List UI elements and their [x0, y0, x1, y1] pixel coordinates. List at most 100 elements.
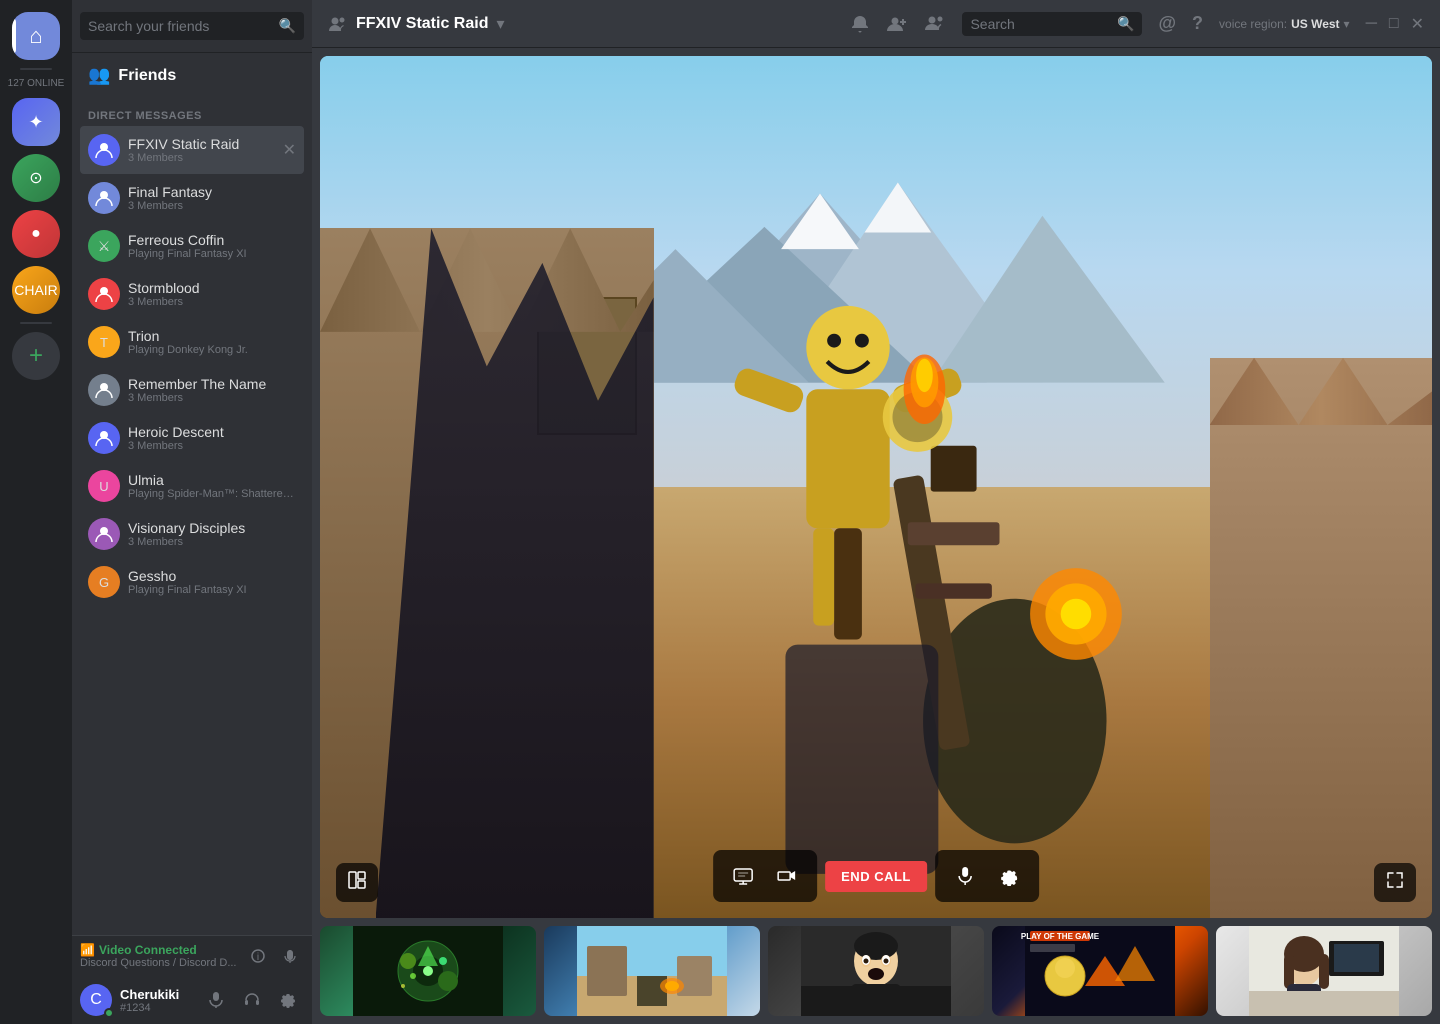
title-dropdown-icon[interactable]: ▾ [496, 14, 504, 34]
user-area: C Cherukiki #1234 [72, 976, 312, 1024]
svg-text:i: i [257, 952, 259, 963]
user-status-indicator [104, 1008, 114, 1018]
dm-avatar-visionary [88, 518, 120, 550]
dm-item-ff[interactable]: Final Fantasy 3 Members ✕ [80, 174, 304, 222]
dm-avatar-heroic [88, 422, 120, 454]
dm-item-trion[interactable]: T Trion Playing Donkey Kong Jr. ✕ [80, 318, 304, 366]
voice-region-dropdown-icon: ▾ [1344, 17, 1350, 31]
screen-share-button[interactable] [725, 858, 761, 894]
dm-info-heroic: Heroic Descent 3 Members [128, 424, 296, 452]
server-icon-sv1[interactable]: ✦ [12, 98, 60, 146]
server-icon-sv4[interactable]: CHAIR [12, 266, 60, 314]
thumbnail-2[interactable] [544, 926, 760, 1016]
video-settings-button[interactable] [991, 858, 1027, 894]
video-expand-button[interactable] [1374, 863, 1416, 902]
maximize-button[interactable]: □ [1389, 15, 1399, 33]
channel-title: FFXIV Static Raid [356, 15, 488, 33]
end-call-button[interactable]: END CALL [825, 861, 927, 892]
connected-sublabel: Discord Questions / Discord D... [80, 957, 244, 969]
dm-info-trion: Trion Playing Donkey Kong Jr. [128, 328, 296, 356]
sv4-icon: CHAIR [14, 282, 58, 298]
dm-item-heroic[interactable]: Heroic Descent 3 Members ✕ [80, 414, 304, 462]
thumbnail-1[interactable] [320, 926, 536, 1016]
dm-info-ffxiv: FFXIV Static Raid 3 Members [128, 136, 275, 164]
dm-name-ferreous: Ferreous Coffin [128, 232, 296, 248]
dm-avatar-gessho: G [88, 566, 120, 598]
title-search-input[interactable] [962, 12, 1142, 36]
server-divider [20, 68, 52, 70]
dm-avatar-ferreous: ⚔ [88, 230, 120, 262]
main-video-container: END CALL [320, 56, 1432, 918]
window-controls: ─ □ ✕ [1366, 14, 1424, 34]
dm-item-gessho[interactable]: G Gessho Playing Final Fantasy XI ✕ [80, 558, 304, 606]
search-magnifier-icon: 🔍 [279, 18, 296, 35]
connected-audio-button[interactable] [276, 942, 304, 970]
user-controls [200, 984, 304, 1016]
dm-name-ulmia: Ulmia [128, 472, 296, 488]
dm-close-ffxiv[interactable]: ✕ [283, 140, 296, 160]
headset-button[interactable] [236, 984, 268, 1016]
video-mic-button[interactable] [947, 858, 983, 894]
username-display: Cherukiki [120, 987, 192, 1002]
friends-search-area: 🔍 [72, 0, 312, 53]
friends-icon: 👥 [88, 65, 110, 86]
dm-info-gessho: Gessho Playing Final Fantasy XI [128, 568, 296, 596]
add-friend-button[interactable] [886, 13, 908, 35]
dm-avatar-stormblood [88, 278, 120, 310]
dm-name-visionary: Visionary Disciples [128, 520, 296, 536]
dm-item-stormblood[interactable]: Stormblood 3 Members ✕ [80, 270, 304, 318]
search-wrapper: 🔍 [80, 12, 304, 40]
camera-button[interactable] [769, 858, 805, 894]
title-bar: FFXIV Static Raid ▾ 🔍 @ ? voice region: … [312, 0, 1440, 48]
enemy-character [709, 228, 987, 745]
connected-info-button[interactable]: i [244, 942, 272, 970]
thumbnail-5[interactable] [1216, 926, 1432, 1016]
user-tag-display: #1234 [120, 1002, 192, 1014]
dm-item-ferreous[interactable]: ⚔ Ferreous Coffin Playing Final Fantasy … [80, 222, 304, 270]
dm-item-remember[interactable]: Remember The Name 3 Members ✕ [80, 366, 304, 414]
svg-text:PLAY OF THE GAME: PLAY OF THE GAME [1021, 932, 1100, 941]
members-list-button[interactable] [924, 13, 946, 35]
mic-button[interactable] [200, 984, 232, 1016]
video-sidebar-toggle[interactable] [336, 863, 378, 902]
server-icon-sv2[interactable]: ⊙ [12, 154, 60, 202]
dm-avatar-remember [88, 374, 120, 406]
dm-avatar-ff [88, 182, 120, 214]
group-icon [328, 14, 348, 34]
thumbnail-4[interactable]: PLAY OF THE GAME [992, 926, 1208, 1016]
dm-sub-heroic: 3 Members [128, 440, 296, 452]
left-panel: 🔍 👥 Friends DIRECT MESSAGES FFXIV Static… [72, 0, 312, 1024]
dm-name-heroic: Heroic Descent [128, 424, 296, 440]
thumbnail-3[interactable] [768, 926, 984, 1016]
close-button[interactable]: ✕ [1411, 14, 1424, 34]
server-icon-sv3[interactable]: ● [12, 210, 60, 258]
dm-info-stormblood: Stormblood 3 Members [128, 280, 296, 308]
connected-status-bar: 📶 Video Connected Discord Questions / Di… [72, 935, 312, 976]
notification-bell-button[interactable] [850, 14, 870, 34]
dm-item-visionary[interactable]: Visionary Disciples 3 Members ✕ [80, 510, 304, 558]
dm-sub-ffxiv: 3 Members [128, 152, 275, 164]
sv3-icon: ● [31, 225, 41, 243]
friends-nav-item[interactable]: 👥 Friends [72, 53, 312, 94]
video-controls-bar: END CALL [713, 850, 1039, 902]
dm-item-ulmia[interactable]: U Ulmia Playing Spider-Man™: Shattered D… [80, 462, 304, 510]
home-icon: ⌂ [29, 23, 42, 49]
video-ctrl-group-right [935, 850, 1039, 902]
dm-name-gessho: Gessho [128, 568, 296, 584]
server-icon-home[interactable]: ⌂ [12, 12, 60, 60]
user-settings-button[interactable] [272, 984, 304, 1016]
dm-info-ulmia: Ulmia Playing Spider-Man™: Shattered Dim… [128, 472, 296, 500]
dm-name-ff: Final Fantasy [128, 184, 296, 200]
minimize-button[interactable]: ─ [1366, 15, 1377, 33]
add-server-button[interactable]: + [12, 332, 60, 380]
dm-item-ffxiv[interactable]: FFXIV Static Raid 3 Members ✕ [80, 126, 304, 174]
avatar-letter: C [90, 991, 102, 1009]
connected-info: 📶 Video Connected Discord Questions / Di… [80, 943, 244, 969]
search-input[interactable] [80, 12, 304, 40]
help-button[interactable]: ? [1192, 13, 1203, 34]
mention-button[interactable]: @ [1158, 13, 1176, 34]
voice-region-selector[interactable]: voice region: US West ▾ [1219, 17, 1350, 31]
voice-region-value: US West [1291, 17, 1339, 31]
connected-label: 📶 Video Connected [80, 943, 244, 957]
dm-sub-trion: Playing Donkey Kong Jr. [128, 344, 296, 356]
